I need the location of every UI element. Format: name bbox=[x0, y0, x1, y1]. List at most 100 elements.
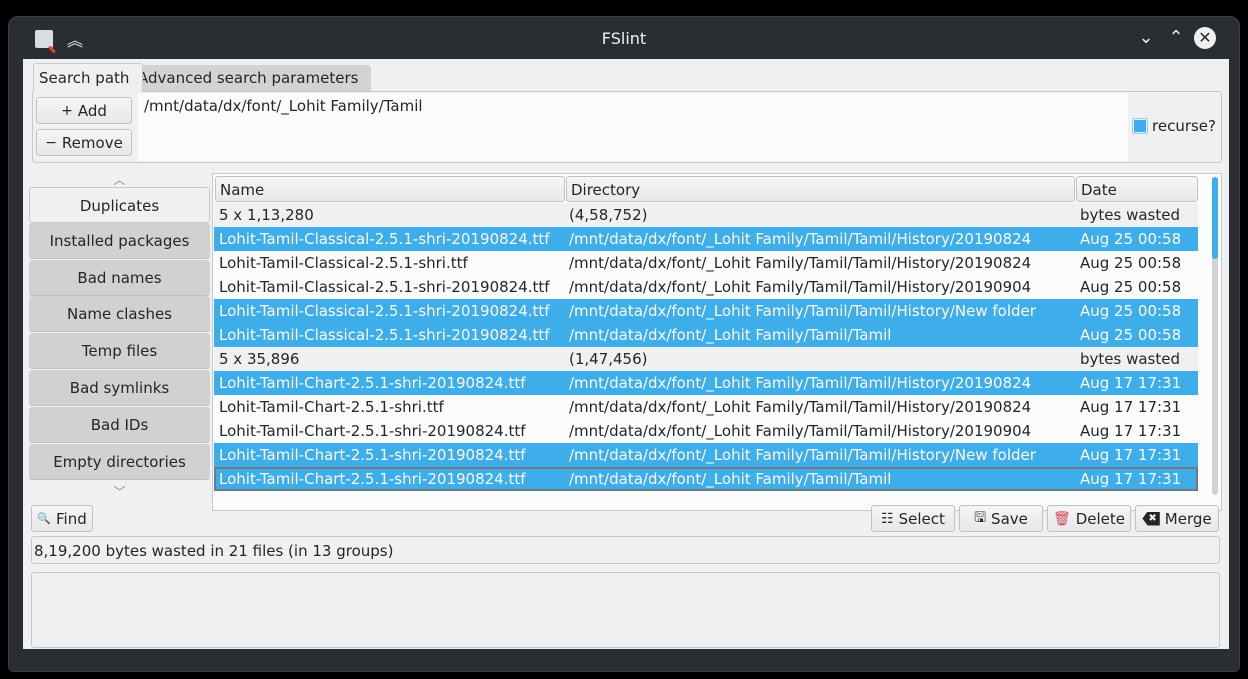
select-label: Select bbox=[898, 509, 945, 528]
file-name-cell: Lohit-Tamil-Chart-2.5.1-shri-20190824.tt… bbox=[219, 374, 526, 392]
select-list-icon: ☷ bbox=[881, 510, 894, 527]
directory-cell: /mnt/data/dx/font/_Lohit Family/Tamil/Ta… bbox=[569, 326, 892, 344]
sidebar-item-bad-symlinks[interactable]: Bad symlinks bbox=[29, 370, 210, 406]
table-row[interactable]: Lohit-Tamil-Classical-2.5.1-shri.ttf/mnt… bbox=[214, 251, 1198, 275]
table-row[interactable]: Lohit-Tamil-Classical-2.5.1-shri-2019082… bbox=[214, 323, 1198, 347]
date-cell: Aug 25 00:58 bbox=[1080, 254, 1182, 272]
file-name-cell: Lohit-Tamil-Chart-2.5.1-shri-20190824.tt… bbox=[219, 422, 526, 440]
search-path-panel: + Add − Remove /mnt/data/dx/font/_Lohit … bbox=[32, 91, 1222, 163]
group-header-row[interactable]: 5 x 35,896 (1,47,456) bytes wasted bbox=[214, 347, 1198, 371]
trash-icon: 🗑 bbox=[1052, 510, 1071, 527]
minimize-icon[interactable]: ⌄ bbox=[1135, 27, 1157, 49]
save-label: Save bbox=[991, 509, 1028, 528]
table-row[interactable]: Lohit-Tamil-Chart-2.5.1-shri-20190824.tt… bbox=[214, 467, 1198, 491]
date-cell: bytes wasted bbox=[1080, 350, 1180, 368]
add-label: Add bbox=[77, 101, 107, 120]
fslint-window: ︽ FSlint ⌄ ⌃ ✕ Search path Advanced sear… bbox=[8, 16, 1240, 672]
file-name-cell: Lohit-Tamil-Classical-2.5.1-shri-2019082… bbox=[219, 278, 550, 296]
merge-label: Merge bbox=[1164, 509, 1212, 528]
date-cell: Aug 17 17:31 bbox=[1080, 398, 1182, 416]
file-name-cell: Lohit-Tamil-Classical-2.5.1-shri-2019082… bbox=[219, 302, 550, 320]
main-content: Search path Advanced search parameters +… bbox=[23, 59, 1229, 649]
date-cell: Aug 25 00:58 bbox=[1080, 326, 1182, 344]
date-cell: Aug 25 00:58 bbox=[1080, 278, 1182, 296]
sidebar-item-bad-ids[interactable]: Bad IDs bbox=[29, 407, 210, 443]
select-button[interactable]: ☷ Select bbox=[871, 505, 955, 532]
date-cell: Aug 25 00:58 bbox=[1080, 302, 1182, 320]
group-header-row[interactable]: 5 x 1,13,280 (4,58,752) bytes wasted bbox=[214, 203, 1198, 227]
title-bar[interactable]: ︽ FSlint ⌄ ⌃ ✕ bbox=[9, 17, 1239, 59]
delete-label: Delete bbox=[1075, 509, 1126, 528]
file-name-cell: 5 x 35,896 bbox=[219, 350, 300, 368]
date-cell: Aug 25 00:58 bbox=[1080, 230, 1182, 248]
recurse-checkbox[interactable]: recurse? bbox=[1132, 117, 1216, 135]
sidebar-item-duplicates[interactable]: Duplicates bbox=[29, 187, 210, 223]
file-name-cell: Lohit-Tamil-Classical-2.5.1-shri.ttf bbox=[219, 254, 468, 272]
date-cell: Aug 17 17:31 bbox=[1080, 374, 1182, 392]
sidebar-item-name-clashes[interactable]: Name clashes bbox=[29, 296, 210, 332]
file-name-cell: Lohit-Tamil-Classical-2.5.1-shri-2019082… bbox=[219, 326, 550, 344]
tab-search-path[interactable]: Search path bbox=[33, 63, 143, 92]
window-title: FSlint bbox=[601, 29, 647, 48]
checkbox-checked-icon[interactable] bbox=[1132, 118, 1148, 134]
table-row[interactable]: Lohit-Tamil-Classical-2.5.1-shri-2019082… bbox=[214, 299, 1198, 323]
file-name-cell: 5 x 1,13,280 bbox=[219, 206, 314, 224]
remove-label: Remove bbox=[61, 133, 123, 152]
file-name-cell: Lohit-Tamil-Chart-2.5.1-shri-20190824.tt… bbox=[219, 446, 526, 464]
sidebar-item-installed-packages[interactable]: Installed packages bbox=[29, 223, 210, 259]
search-icon: 🔍 bbox=[37, 512, 51, 525]
directory-cell: /mnt/data/dx/font/_Lohit Family/Tamil/Ta… bbox=[569, 302, 1036, 320]
directory-cell: /mnt/data/dx/font/_Lohit Family/Tamil/Ta… bbox=[569, 230, 1032, 248]
directory-cell: /mnt/data/dx/font/_Lohit Family/Tamil/Ta… bbox=[569, 470, 892, 488]
results-table[interactable]: Name Directory Date 5 x 1,13,280 (4,58,75… bbox=[212, 173, 1222, 511]
sidebar-item-bad-names[interactable]: Bad names bbox=[29, 260, 210, 296]
scroll-down-icon[interactable]: ﹀ bbox=[29, 483, 210, 500]
file-name-cell: Lohit-Tamil-Chart-2.5.1-shri-20190824.tt… bbox=[219, 470, 526, 488]
directory-cell: /mnt/data/dx/font/_Lohit Family/Tamil/Ta… bbox=[569, 446, 1036, 464]
delete-button[interactable]: 🗑 Delete bbox=[1047, 505, 1131, 532]
date-cell: Aug 17 17:31 bbox=[1080, 422, 1182, 440]
find-button[interactable]: 🔍 Find bbox=[31, 505, 93, 532]
vertical-scrollbar[interactable] bbox=[1212, 177, 1218, 495]
status-bar: 8,19,200 bytes wasted in 21 files (in 13… bbox=[31, 536, 1220, 564]
path-item[interactable]: /mnt/data/dx/font/_Lohit Family/Tamil bbox=[144, 97, 423, 115]
directory-cell: /mnt/data/dx/font/_Lohit Family/Tamil/Ta… bbox=[569, 254, 1032, 272]
directory-cell: /mnt/data/dx/font/_Lohit Family/Tamil/Ta… bbox=[569, 422, 1032, 440]
table-header: Name Directory Date bbox=[215, 176, 1198, 203]
backspace-icon: ✖ bbox=[1142, 511, 1160, 526]
save-button[interactable]: 🖫 Save bbox=[959, 505, 1043, 532]
plus-icon: + bbox=[61, 102, 73, 119]
table-row[interactable]: Lohit-Tamil-Classical-2.5.1-shri-2019082… bbox=[214, 227, 1198, 251]
save-icon: 🖫 bbox=[974, 509, 987, 526]
sidebar-item-empty-directories[interactable]: Empty directories bbox=[29, 444, 210, 480]
file-name-cell: Lohit-Tamil-Chart-2.5.1-shri.ttf bbox=[219, 398, 444, 416]
find-label: Find bbox=[55, 509, 87, 528]
scrollbar-thumb[interactable] bbox=[1212, 177, 1218, 259]
log-output-area[interactable] bbox=[31, 572, 1220, 648]
table-row[interactable]: Lohit-Tamil-Classical-2.5.1-shri-2019082… bbox=[214, 275, 1198, 299]
mode-sidebar: ︿ Duplicates Installed packages Bad name… bbox=[29, 171, 210, 501]
remove-path-button[interactable]: − Remove bbox=[36, 129, 132, 156]
directory-cell: /mnt/data/dx/font/_Lohit Family/Tamil/Ta… bbox=[569, 374, 1032, 392]
date-cell: Aug 17 17:31 bbox=[1080, 470, 1182, 488]
table-row[interactable]: Lohit-Tamil-Chart-2.5.1-shri-20190824.tt… bbox=[214, 419, 1198, 443]
merge-button[interactable]: ✖ Merge bbox=[1135, 505, 1219, 532]
scroll-up-icon[interactable]: ︿ bbox=[29, 171, 210, 188]
column-header-date[interactable]: Date bbox=[1076, 176, 1198, 202]
file-name-cell: Lohit-Tamil-Classical-2.5.1-shri-2019082… bbox=[219, 230, 550, 248]
table-row[interactable]: Lohit-Tamil-Chart-2.5.1-shri-20190824.tt… bbox=[214, 371, 1198, 395]
sidebar-item-temp-files[interactable]: Temp files bbox=[29, 333, 210, 369]
column-header-name[interactable]: Name bbox=[215, 176, 565, 202]
add-path-button[interactable]: + Add bbox=[36, 97, 132, 124]
table-row[interactable]: Lohit-Tamil-Chart-2.5.1-shri-20190824.tt… bbox=[214, 443, 1198, 467]
date-cell: Aug 17 17:31 bbox=[1080, 446, 1182, 464]
tab-advanced-search-parameters[interactable]: Advanced search parameters bbox=[133, 65, 371, 91]
maximize-icon[interactable]: ⌃ bbox=[1165, 27, 1187, 49]
search-path-list[interactable]: /mnt/data/dx/font/_Lohit Family/Tamil bbox=[138, 93, 1128, 161]
recurse-label: recurse? bbox=[1152, 117, 1216, 135]
directory-cell: (4,58,752) bbox=[569, 206, 648, 224]
close-icon[interactable]: ✕ bbox=[1194, 27, 1216, 49]
column-header-directory[interactable]: Directory bbox=[566, 176, 1075, 202]
directory-cell: (1,47,456) bbox=[569, 350, 648, 368]
table-row[interactable]: Lohit-Tamil-Chart-2.5.1-shri.ttf/mnt/dat… bbox=[214, 395, 1198, 419]
